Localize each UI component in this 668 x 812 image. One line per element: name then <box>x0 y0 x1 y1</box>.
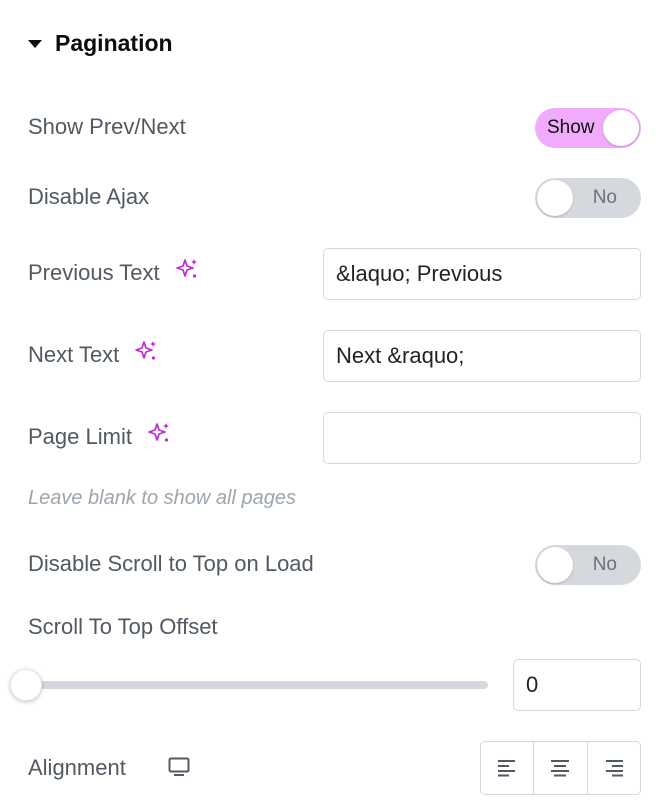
align-center-icon <box>551 760 570 777</box>
disable-ajax-label: Disable Ajax <box>28 184 150 209</box>
toggle-state-label: No <box>592 187 617 208</box>
alignment-label: Alignment <box>28 755 126 780</box>
alignment-button-group <box>480 741 641 795</box>
disable-scroll-top-label: Disable Scroll to Top on Load <box>28 551 314 576</box>
align-left-icon <box>498 760 516 777</box>
desktop-icon[interactable] <box>168 757 190 782</box>
next-text-label: Next Text <box>28 342 120 367</box>
show-prev-next-label: Show Prev/Next <box>28 114 186 139</box>
section-header-pagination[interactable]: Pagination <box>28 26 173 60</box>
previous-text-input[interactable] <box>323 248 641 300</box>
toggle-knob <box>603 110 639 146</box>
scroll-offset-input[interactable] <box>513 659 641 711</box>
page-limit-row-label: Page Limit <box>28 421 171 451</box>
scroll-offset-slider-track[interactable] <box>28 681 488 689</box>
previous-text-row-label: Previous Text <box>28 257 199 287</box>
page-limit-input[interactable] <box>323 412 641 464</box>
scroll-offset-label: Scroll To Top Offset <box>28 614 218 639</box>
align-right-button[interactable] <box>587 742 640 794</box>
ai-sparkle-icon[interactable] <box>175 257 199 287</box>
align-left-button[interactable] <box>481 742 535 794</box>
ai-sparkle-icon[interactable] <box>147 421 171 451</box>
toggle-state-label: No <box>592 554 617 575</box>
scroll-offset-slider-handle[interactable] <box>10 669 42 701</box>
align-center-button[interactable] <box>534 742 588 794</box>
section-title: Pagination <box>55 29 173 56</box>
align-right-icon <box>605 760 623 777</box>
toggle-knob <box>537 547 573 583</box>
next-text-row-label: Next Text <box>28 339 158 369</box>
disable-scroll-top-toggle[interactable]: No <box>535 545 641 585</box>
caret-down-icon <box>28 40 42 48</box>
disable-ajax-toggle[interactable]: No <box>535 178 641 218</box>
show-prev-next-toggle[interactable]: Show <box>535 108 641 148</box>
page-limit-label: Page Limit <box>28 424 132 449</box>
toggle-state-label: Show <box>547 117 595 138</box>
previous-text-label: Previous Text <box>28 260 160 285</box>
page-limit-hint: Leave blank to show all pages <box>28 487 296 509</box>
next-text-input[interactable] <box>323 330 641 382</box>
ai-sparkle-icon[interactable] <box>134 339 158 369</box>
toggle-knob <box>537 180 573 216</box>
